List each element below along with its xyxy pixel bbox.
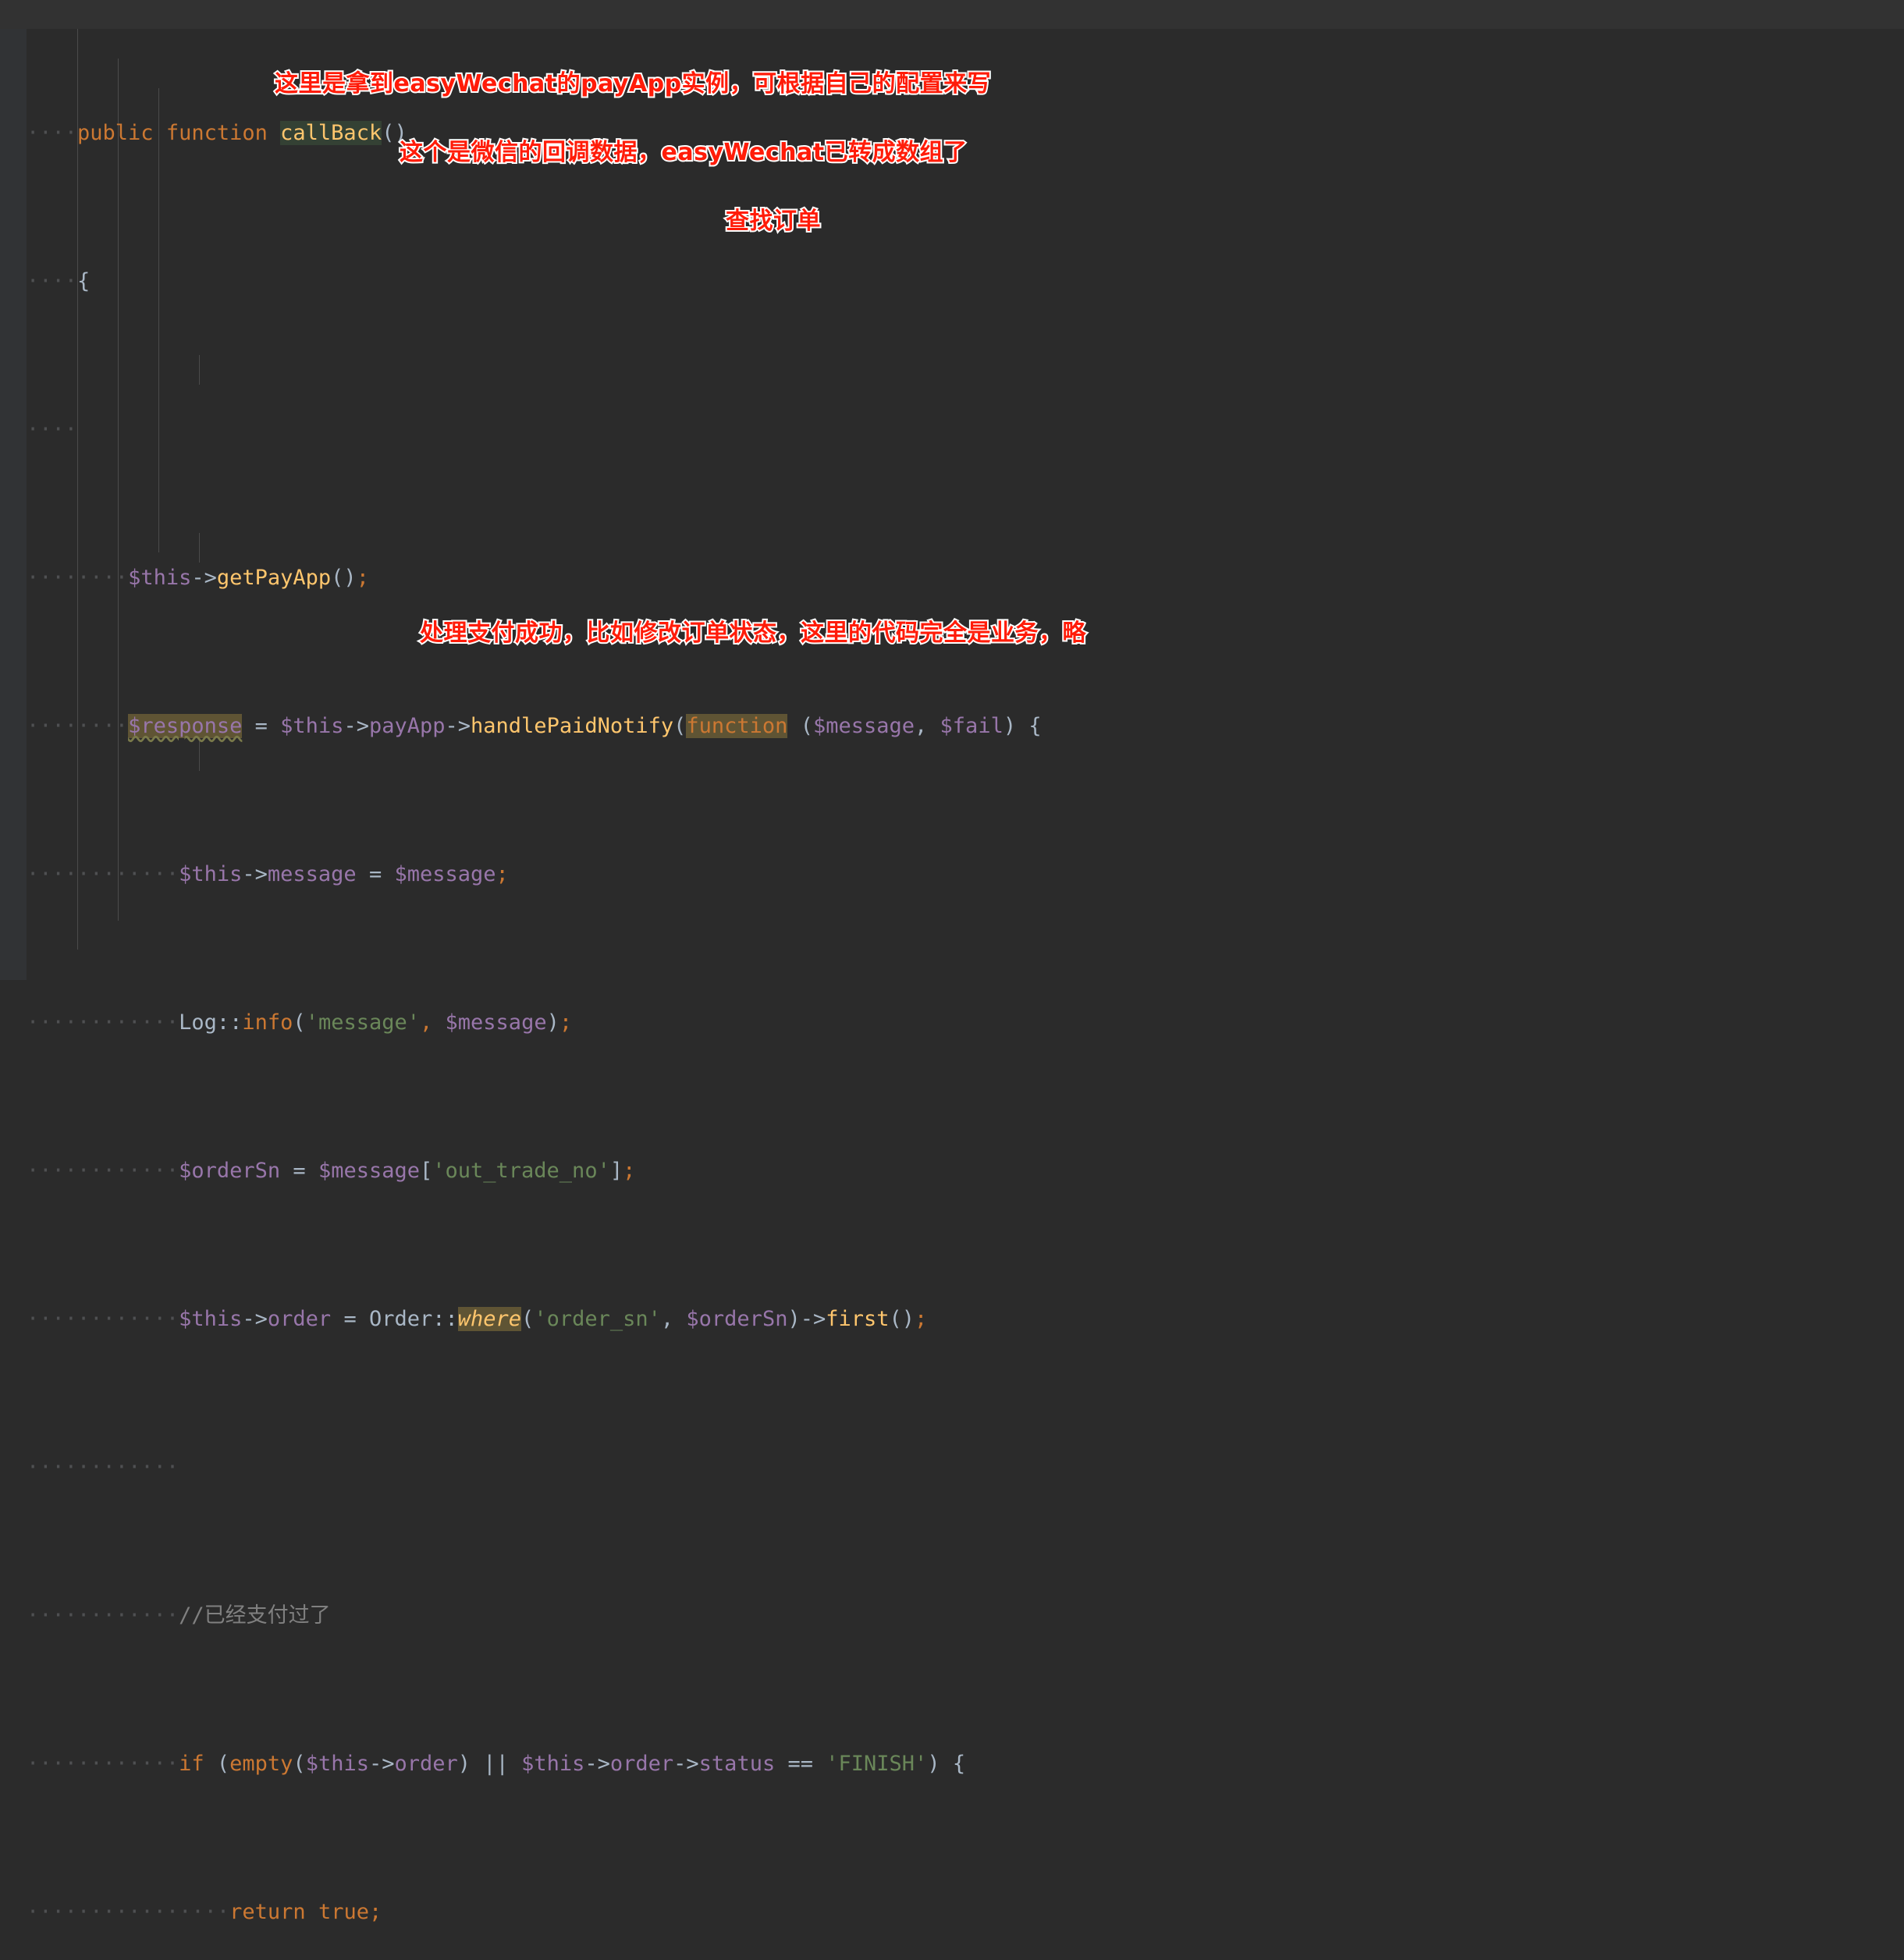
code-line[interactable]: ············Log::info('message', $messag… bbox=[0, 1008, 1904, 1038]
code-line[interactable]: ········$this->getPayApp(); bbox=[0, 563, 1904, 593]
code-line[interactable]: ············$this->message = $message; bbox=[0, 860, 1904, 889]
comment-already-paid: //已经支付过了 bbox=[179, 1603, 331, 1628]
code-line[interactable]: ············$orderSn = $message['out_tra… bbox=[0, 1156, 1904, 1186]
annotation-payapp-instance: 这里是拿到easyWechat的payApp实例，可根据自己的配置来写 bbox=[273, 69, 993, 99]
code-line[interactable]: ············//已经支付过了 bbox=[0, 1601, 1904, 1631]
code-line[interactable]: ················return true; bbox=[0, 1898, 1904, 1927]
code-editor: ····public function callBack() ····{ ···… bbox=[0, 0, 1904, 1924]
code-line[interactable]: ····{ bbox=[0, 267, 1904, 296]
code-content: ····public function callBack() ····{ ···… bbox=[0, 0, 1904, 1960]
annotation-find-order: 查找订单 bbox=[724, 206, 822, 236]
annotation-handle-pay-success: 处理支付成功，比如修改订单状态，这里的代码完全是业务，略 bbox=[418, 618, 1088, 648]
code-line[interactable]: ········$response = $this->payApp->handl… bbox=[0, 712, 1904, 741]
code-line[interactable]: ···· bbox=[0, 415, 1904, 445]
annotation-callback-data: 这个是微信的回调数据，easyWechat已转成数组了 bbox=[398, 137, 968, 168]
code-line[interactable]: ············ bbox=[0, 1453, 1904, 1482]
code-line[interactable]: ············if (empty($this->order) || $… bbox=[0, 1749, 1904, 1779]
code-line[interactable]: ············$this->order = Order::where(… bbox=[0, 1305, 1904, 1334]
